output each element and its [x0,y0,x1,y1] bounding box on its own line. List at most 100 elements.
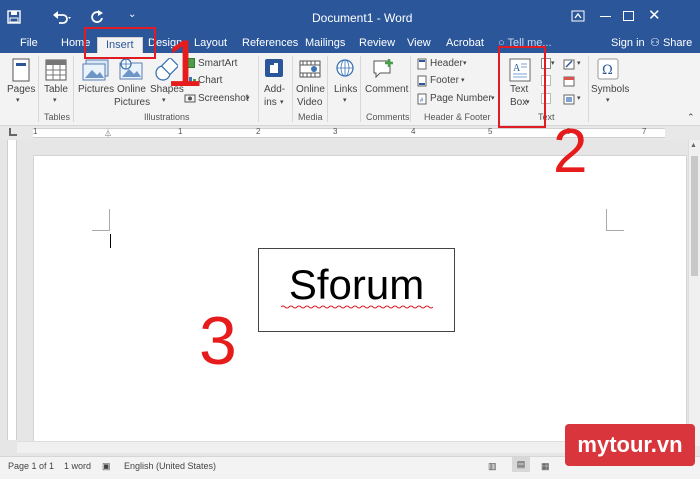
table-dropdown-icon[interactable]: ▾ [53,95,57,106]
vertical-scrollbar[interactable]: ▲ [688,140,700,446]
links-dropdown-icon[interactable]: ▾ [343,95,347,106]
group-separator [38,56,39,122]
inserted-text-box[interactable]: Sforum [258,248,455,332]
group-illustrations: Illustrations [144,112,190,122]
language[interactable]: English (United States) [124,459,216,473]
pictures-button[interactable]: Pictures [78,84,114,95]
signature-line-dropdown-icon[interactable]: ▾ [577,58,581,69]
sign-in-link[interactable]: Sign in [611,36,645,53]
group-comments: Comments [366,112,410,122]
table-icon [45,59,67,81]
group-separator [360,56,361,122]
text-cursor [110,234,111,248]
links-icon [336,59,354,77]
read-mode-icon[interactable]: ▥ [488,459,497,473]
pictures-icon [82,59,109,81]
minimize-icon[interactable] [600,16,611,17]
online-video-label-2: Video [297,97,323,108]
page-count[interactable]: Page 1 of 1 [8,459,54,473]
redo-icon[interactable] [90,9,104,28]
close-icon[interactable]: ✕ [648,6,661,24]
group-separator [327,56,328,122]
online-pictures-label-2: Pictures [114,97,151,108]
smartart-button[interactable]: SmartArt [198,58,237,69]
group-media: Media [298,112,323,122]
shapes-dropdown-icon[interactable]: ▾ [162,95,166,106]
tab-selector-icon[interactable] [9,128,17,136]
proofing-icon[interactable]: ▣ [102,459,111,473]
tab-file[interactable]: File [20,36,38,53]
highlight-text-box-button [498,46,546,128]
pages-button[interactable]: Pages [7,84,35,95]
symbols-dropdown-icon[interactable]: ▾ [606,95,610,106]
word-count[interactable]: 1 word [64,459,91,473]
undo-icon[interactable] [52,9,74,28]
group-separator [410,56,411,122]
save-icon[interactable] [7,10,21,27]
vertical-ruler[interactable] [7,140,17,440]
header-dropdown-icon[interactable]: ▾ [463,58,467,69]
tab-review[interactable]: Review [359,36,395,53]
footer-dropdown-icon[interactable]: ▾ [461,75,465,86]
table-button[interactable]: Table [44,84,68,95]
page-number-button[interactable]: Page Number [430,93,492,104]
online-video-button[interactable]: Online [296,84,325,95]
add-ins-button[interactable]: Add- [264,84,285,95]
tab-references[interactable]: References [242,36,298,53]
ribbon-insert: Pages ▾ Table ▾ Tables Pictures Online P… [0,53,700,126]
person-icon: ⚇ [650,37,660,49]
signature-line-icon[interactable] [563,58,575,70]
maximize-icon[interactable] [623,11,634,21]
add-ins-label-2: ins [264,97,277,108]
page-number-icon: # [417,93,427,105]
annotation-number-2: 2 [553,117,588,186]
svg-text:Ω: Ω [602,63,613,78]
web-layout-icon[interactable]: ▦ [541,459,550,473]
mytour-watermark: mytour.vn [565,424,695,466]
footer-button[interactable]: Footer [430,75,459,86]
tab-acrobat[interactable]: Acrobat [446,36,484,53]
quick-parts-dropdown-icon[interactable]: ▾ [551,58,555,69]
online-video-icon [299,60,321,78]
pages-dropdown-icon[interactable]: ▾ [16,95,20,106]
object-icon[interactable] [563,93,575,105]
ruler-number: 4 [411,127,416,136]
tab-view[interactable]: View [407,36,431,53]
group-separator [73,56,74,122]
ruler-number: 2 [256,127,261,136]
header-button[interactable]: Header [430,58,463,69]
screenshot-button[interactable]: Screenshot [198,93,249,104]
online-pictures-icon [119,58,143,80]
omega-icon: Ω [597,58,619,80]
ruler-number: 1 [178,127,183,136]
text-box-content[interactable]: Sforum [259,261,454,309]
screenshot-dropdown-icon[interactable]: ▾ [246,93,250,104]
footer-icon [417,75,427,87]
tab-mailings[interactable]: Mailings [305,36,345,53]
indent-marker-icon[interactable]: ⏃ [104,128,112,139]
group-tables: Tables [44,112,71,122]
collapse-ribbon-icon[interactable]: ⌃ [687,112,695,123]
online-pictures-button[interactable]: Online [117,84,146,95]
share-button[interactable]: ⚇ Share [650,36,692,53]
add-ins-icon [265,59,283,77]
share-label: Share [662,37,693,49]
comment-button[interactable]: Comment [365,84,408,95]
customize-quick-access-icon[interactable]: ⌄ [128,9,136,20]
group-separator [588,56,589,122]
add-ins-dropdown-icon[interactable]: ▾ [280,97,284,108]
group-separator [258,56,259,122]
header-icon [417,58,427,70]
symbols-button[interactable]: Symbols [591,84,629,95]
scroll-thumb[interactable] [691,156,698,276]
object-dropdown-icon[interactable]: ▾ [577,93,581,104]
page-number-dropdown-icon[interactable]: ▾ [491,93,495,104]
date-time-icon[interactable] [563,75,575,87]
links-button[interactable]: Links [334,84,357,95]
print-layout-icon[interactable]: ▤ [512,457,530,472]
ruler-number: 3 [333,127,338,136]
ruler-number: 1 [33,127,38,136]
ribbon-display-options-icon[interactable] [571,9,585,28]
scroll-up-icon[interactable]: ▲ [690,142,697,149]
ruler-number: 7 [642,127,647,136]
